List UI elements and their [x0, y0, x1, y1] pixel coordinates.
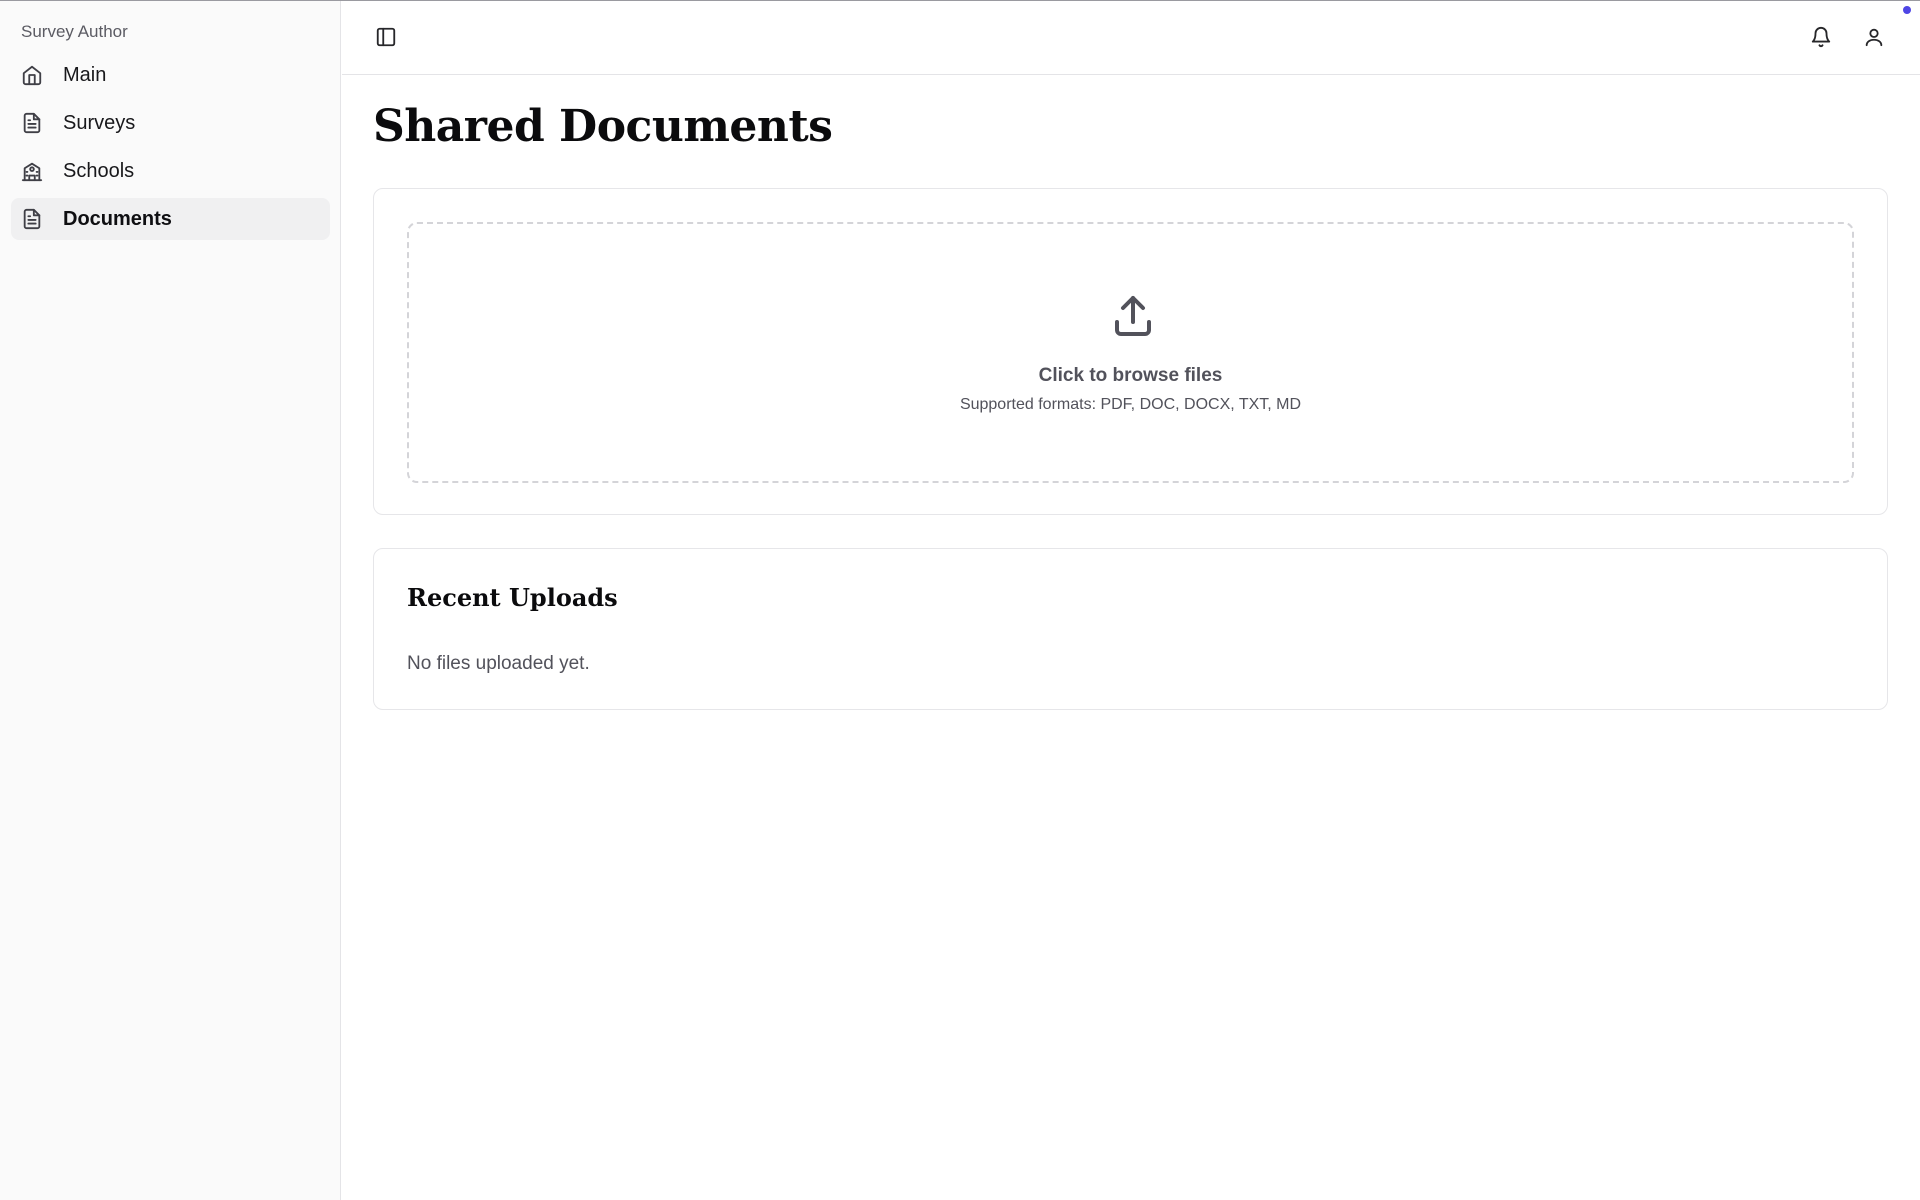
file-text-icon	[21, 112, 43, 134]
brand-label: Survey Author	[21, 22, 128, 41]
app-window: Survey Author Main Surveys Schools Docum…	[0, 0, 1920, 1200]
user-icon	[1863, 26, 1885, 48]
sidebar-item-label: Schools	[63, 159, 135, 182]
sidebar-item-documents[interactable]: Documents	[11, 198, 330, 240]
home-icon	[21, 64, 43, 86]
notification-dot	[1903, 6, 1911, 14]
empty-state-text: No files uploaded yet.	[407, 653, 590, 674]
sidebar-item-surveys[interactable]: Surveys	[11, 102, 330, 144]
sidebar-toggle-button[interactable]	[369, 20, 403, 54]
sidebar-item-label: Main	[63, 63, 107, 86]
upload-icon	[1109, 292, 1157, 340]
sidebar-item-schools[interactable]: Schools	[11, 150, 330, 192]
notifications-button[interactable]	[1804, 20, 1838, 54]
page-title: Shared Documents	[373, 101, 833, 152]
bell-icon	[1810, 26, 1832, 48]
file-text-icon	[21, 208, 43, 230]
supported-formats-text: Supported formats: PDF, DOC, DOCX, TXT, …	[959, 396, 1302, 413]
top-bar	[342, 1, 1920, 75]
sidebar-toggle-icon	[375, 26, 397, 48]
user-menu-button[interactable]	[1857, 20, 1891, 54]
sidebar-item-label: Documents	[63, 207, 172, 230]
upload-card: Click to browse files Supported formats:…	[373, 188, 1888, 515]
school-icon	[21, 160, 43, 182]
recent-uploads-title: Recent Uploads	[407, 583, 618, 612]
sidebar-item-label: Surveys	[63, 111, 136, 134]
sidebar-item-main[interactable]: Main	[11, 54, 330, 96]
recent-uploads-card: Recent Uploads No files uploaded yet.	[373, 548, 1888, 710]
browse-files-prompt[interactable]: Click to browse files	[409, 365, 1852, 387]
file-dropzone[interactable]: Click to browse files Supported formats:…	[407, 222, 1854, 483]
sidebar: Survey Author Main Surveys Schools Docum…	[0, 1, 341, 1200]
